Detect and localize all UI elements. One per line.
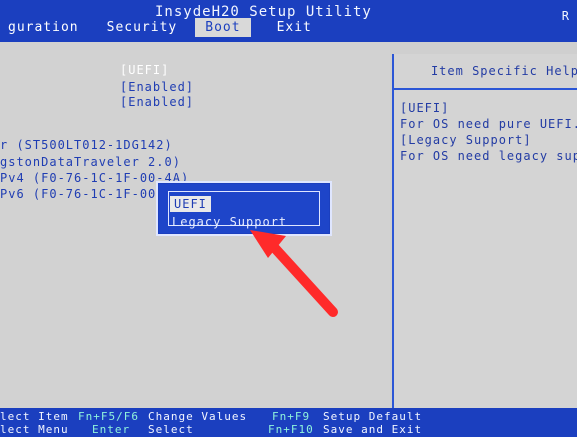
hint-select: Select: [148, 423, 194, 436]
menu-item-exit[interactable]: Exit: [271, 18, 318, 37]
help-line: [Legacy Support]: [400, 133, 532, 147]
help-line: For OS need pure UEFI.: [400, 117, 577, 131]
popup-option-legacy-support[interactable]: Legacy Support: [172, 214, 287, 230]
popup-option-uefi[interactable]: UEFI: [170, 196, 211, 212]
hint-setup-default: Setup Default: [323, 410, 423, 423]
menu-item-configuration[interactable]: guration: [2, 18, 85, 37]
hint-select-menu: lect Menu: [0, 423, 69, 436]
help-line: For OS need legacy suppor: [400, 149, 577, 163]
boot-device-label: Pv6 (F0-76-1C-1F-00: [0, 187, 157, 201]
boot-device-label: gstonDataTraveler 2.0): [0, 155, 181, 169]
bios-screen: InsydeH20 Setup Utility R guration Secur…: [0, 0, 577, 437]
bottom-help-bar: lect Item Fn+F5/F6 Change Values Fn+F9 S…: [0, 408, 577, 437]
help-panel: Item Specific Help [UEFI] For OS need pu…: [392, 54, 577, 408]
key-fn-f10: Fn+F10: [268, 423, 314, 436]
help-header: Item Specific Help: [394, 54, 577, 90]
key-fn-f9: Fn+F9: [272, 410, 311, 423]
key-fn-f5-f6: Fn+F5/F6: [78, 410, 139, 423]
boot-mode-value[interactable]: [UEFI]: [120, 62, 169, 78]
help-line: [UEFI]: [400, 101, 450, 115]
help-text: [UEFI] For OS need pure UEFI. [Legacy Su…: [394, 100, 577, 164]
hint-save-and-exit: Save and Exit: [323, 423, 423, 436]
setting-value[interactable]: [Enabled]: [120, 79, 194, 95]
boot-mode-popup[interactable]: UEFI Legacy Support: [156, 181, 332, 236]
top-menu-bar: InsydeH20 Setup Utility R guration Secur…: [0, 0, 577, 42]
hint-change-values: Change Values: [148, 410, 248, 423]
menu-item-security[interactable]: Security: [101, 18, 184, 37]
main-menu: guration Security Boot Exit: [0, 14, 318, 40]
setting-row-enabled-1[interactable]: [Enabled]: [0, 79, 390, 95]
setting-row-boot-mode[interactable]: [UEFI]: [0, 62, 390, 78]
key-enter: Enter: [92, 423, 131, 436]
menu-item-boot[interactable]: Boot: [195, 17, 251, 37]
hint-select-item: lect Item: [0, 410, 69, 423]
setting-row-enabled-2[interactable]: [Enabled]: [0, 94, 390, 110]
boot-device-label: r (ST500LT012-1DG142): [0, 138, 173, 152]
boot-device-row[interactable]: gstonDataTraveler 2.0): [0, 154, 390, 170]
boot-device-row[interactable]: r (ST500LT012-1DG142): [0, 137, 390, 153]
setting-value[interactable]: [Enabled]: [120, 94, 194, 110]
right-indicator: R: [561, 9, 569, 23]
